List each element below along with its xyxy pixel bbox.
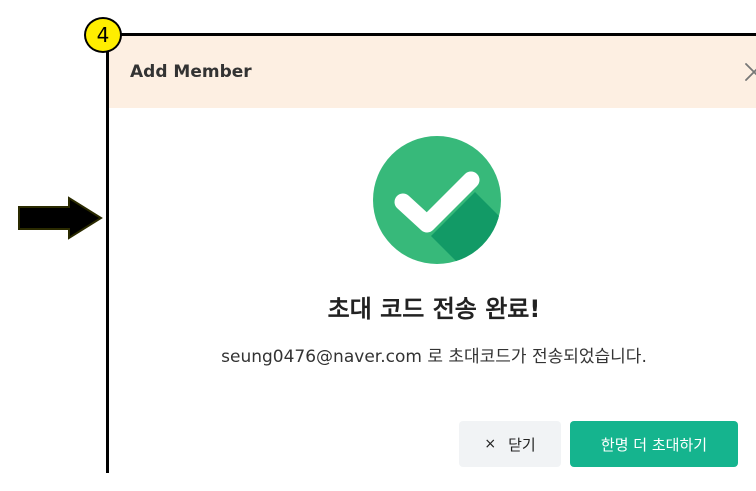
step-number-badge: 4: [84, 17, 122, 53]
close-button[interactable]: × 닫기: [459, 421, 561, 467]
invite-another-button[interactable]: 한명 더 초대하기: [570, 421, 738, 467]
step-number: 4: [96, 23, 110, 47]
success-message: seung0476@naver.com 로 초대코드가 전송되었습니다.: [221, 347, 647, 367]
dialog-title: Add Member: [130, 62, 252, 82]
close-x-icon: ×: [484, 436, 497, 452]
success-headline: 초대 코드 전송 완료!: [327, 295, 541, 323]
check-circle-icon: [373, 136, 501, 264]
invite-another-label: 한명 더 초대하기: [600, 435, 708, 454]
pointer-arrow-icon: [18, 196, 103, 240]
dialog-header: Add Member: [109, 36, 756, 108]
close-icon[interactable]: [744, 62, 756, 82]
add-member-dialog: Add Member 초대 코드 전송 완료! seung0476@naver.…: [106, 33, 756, 473]
close-button-label: 닫기: [508, 435, 536, 454]
